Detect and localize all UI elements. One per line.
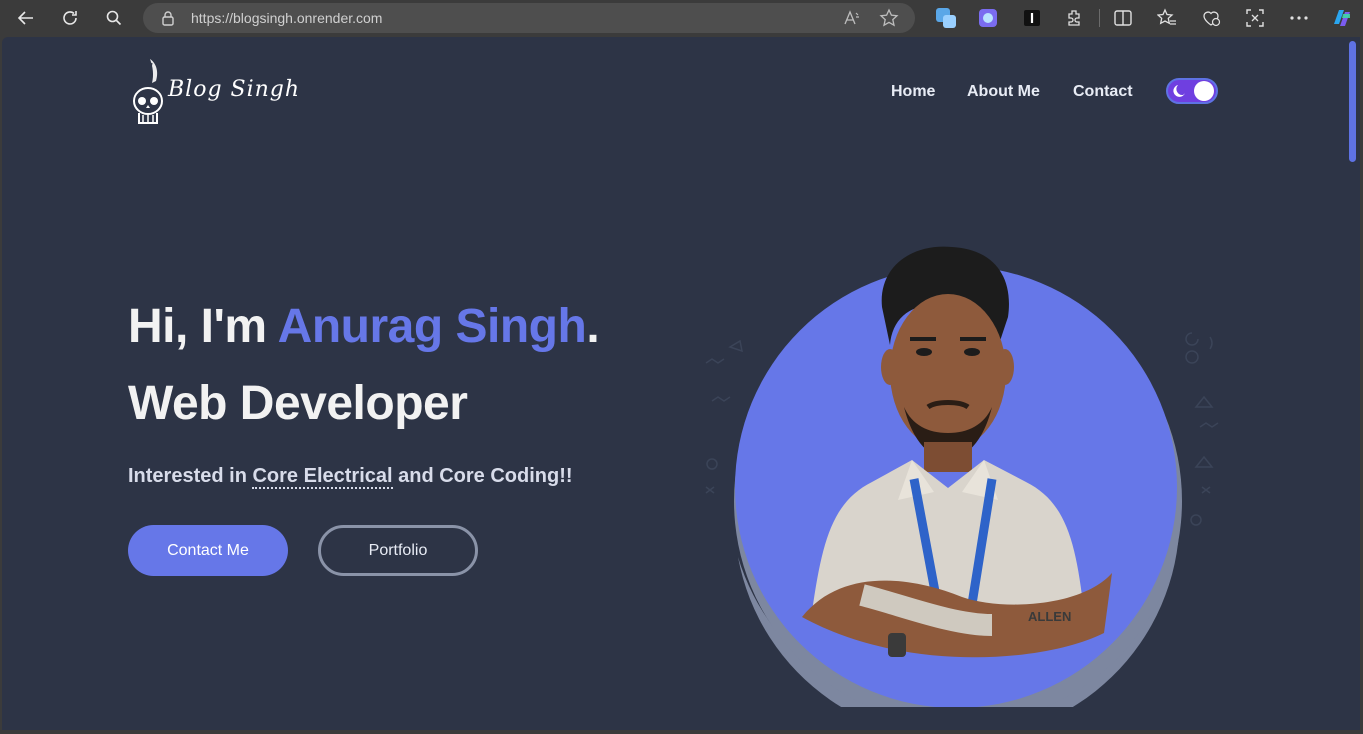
scrollbar-thumb[interactable]	[1349, 41, 1356, 162]
browser-toolbar: https://blogsingh.onrender.com	[0, 0, 1363, 36]
skull-quill-icon	[133, 59, 163, 124]
refresh-icon[interactable]	[58, 6, 82, 30]
page-viewport: Blog Singh Home About Me Contact Hi, I'm…	[2, 37, 1347, 730]
more-icon[interactable]	[1287, 6, 1311, 30]
svg-text:ALLEN: ALLEN	[1028, 609, 1071, 624]
favorite-star-icon[interactable]	[879, 8, 899, 33]
toggle-knob	[1194, 81, 1214, 101]
address-bar[interactable]: https://blogsingh.onrender.com	[143, 3, 915, 33]
nav-contact[interactable]: Contact	[1073, 83, 1133, 101]
copilot-icon[interactable]	[1330, 6, 1354, 30]
extension-icon[interactable]	[976, 6, 1000, 30]
hero-role: Web Developer	[128, 377, 468, 430]
profile-photo: ALLEN	[705, 246, 1219, 707]
subtitle-pre: Interested in	[128, 465, 253, 487]
browser-essentials-icon[interactable]	[1199, 6, 1223, 30]
hero-period: .	[586, 300, 600, 353]
theme-toggle[interactable]	[1166, 78, 1218, 104]
extension-icon[interactable]	[934, 6, 958, 30]
hero-subtitle: Interested in Core Electrical and Core C…	[128, 465, 573, 489]
subtitle-post: and Core Coding!!	[392, 465, 573, 487]
toolbar-divider	[1099, 9, 1100, 27]
hero-greeting: Hi, I'm	[128, 300, 278, 353]
search-icon[interactable]	[102, 6, 126, 30]
portfolio-button[interactable]: Portfolio	[318, 525, 478, 576]
nav-about[interactable]: About Me	[967, 83, 1040, 101]
hero-heading: Hi, I'm Anurag Singh.	[128, 299, 600, 354]
extension-icon[interactable]	[1020, 6, 1044, 30]
back-icon[interactable]	[14, 6, 38, 30]
url-text[interactable]: https://blogsingh.onrender.com	[191, 10, 382, 26]
contact-me-button[interactable]: Contact Me	[128, 525, 288, 576]
split-screen-icon[interactable]	[1111, 6, 1135, 30]
read-aloud-icon[interactable]	[843, 9, 861, 32]
lock-icon[interactable]	[161, 10, 175, 31]
nav-home[interactable]: Home	[891, 83, 935, 101]
site-logo[interactable]: Blog Singh	[130, 57, 299, 129]
moon-icon	[1173, 84, 1187, 103]
hero-name: Anurag Singh	[277, 300, 587, 353]
subtitle-highlight: Core Electrical	[252, 465, 393, 489]
extension-icon[interactable]	[1063, 6, 1087, 30]
favorites-icon[interactable]	[1155, 6, 1179, 30]
screenshot-icon[interactable]	[1243, 6, 1267, 30]
logo-text: Blog Singh	[168, 77, 301, 102]
